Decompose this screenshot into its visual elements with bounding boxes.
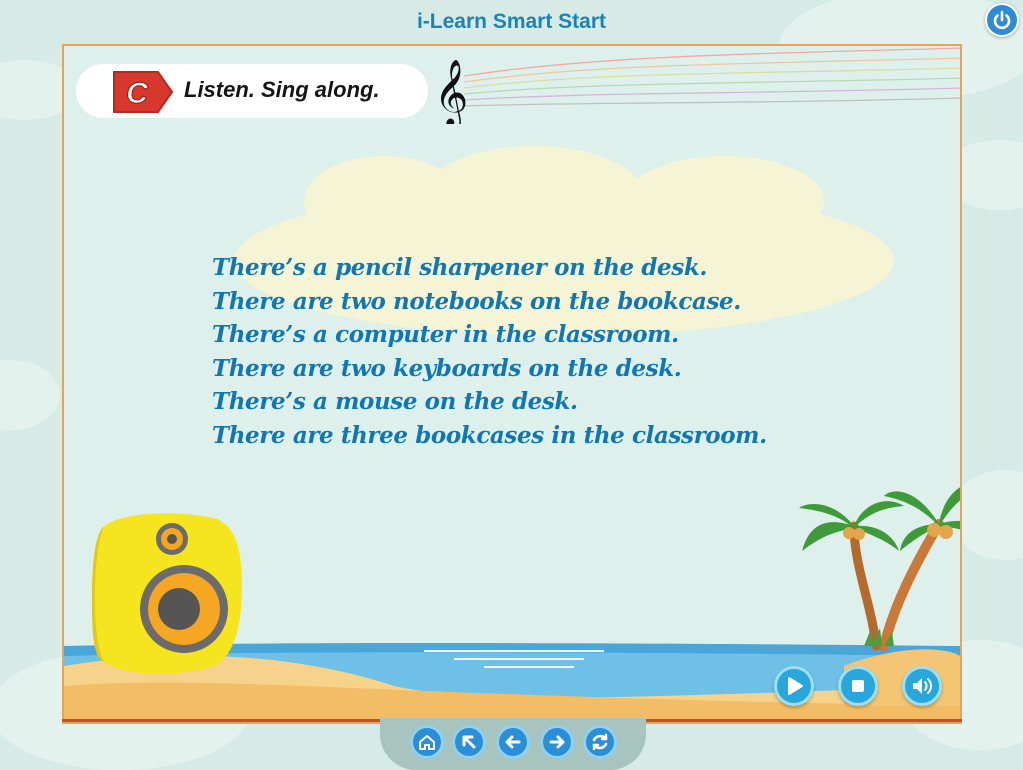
volume-icon bbox=[913, 678, 932, 694]
home-icon bbox=[419, 735, 435, 750]
volume-button[interactable] bbox=[902, 666, 942, 706]
power-button[interactable] bbox=[985, 3, 1019, 37]
home-button[interactable] bbox=[410, 725, 444, 759]
replay-button[interactable] bbox=[583, 725, 617, 759]
app-title: i-Learn Smart Start bbox=[416, 10, 607, 33]
refresh-icon bbox=[592, 733, 608, 751]
background-cloud bbox=[0, 360, 60, 430]
play-icon bbox=[788, 677, 803, 695]
back-to-start-button[interactable] bbox=[452, 725, 486, 759]
previous-button[interactable] bbox=[496, 725, 530, 759]
activity-stage: C Listen. Sing along. 𝄞 There’s a pencil… bbox=[62, 44, 962, 724]
stop-button[interactable] bbox=[838, 666, 878, 706]
left-arrow-icon bbox=[505, 735, 521, 749]
stop-icon bbox=[852, 680, 864, 692]
next-button[interactable] bbox=[540, 725, 574, 759]
up-left-arrow-icon bbox=[462, 735, 476, 749]
play-button[interactable] bbox=[774, 666, 814, 706]
right-arrow-icon bbox=[549, 735, 565, 749]
beach-scene bbox=[64, 487, 960, 722]
power-icon bbox=[993, 10, 1011, 30]
